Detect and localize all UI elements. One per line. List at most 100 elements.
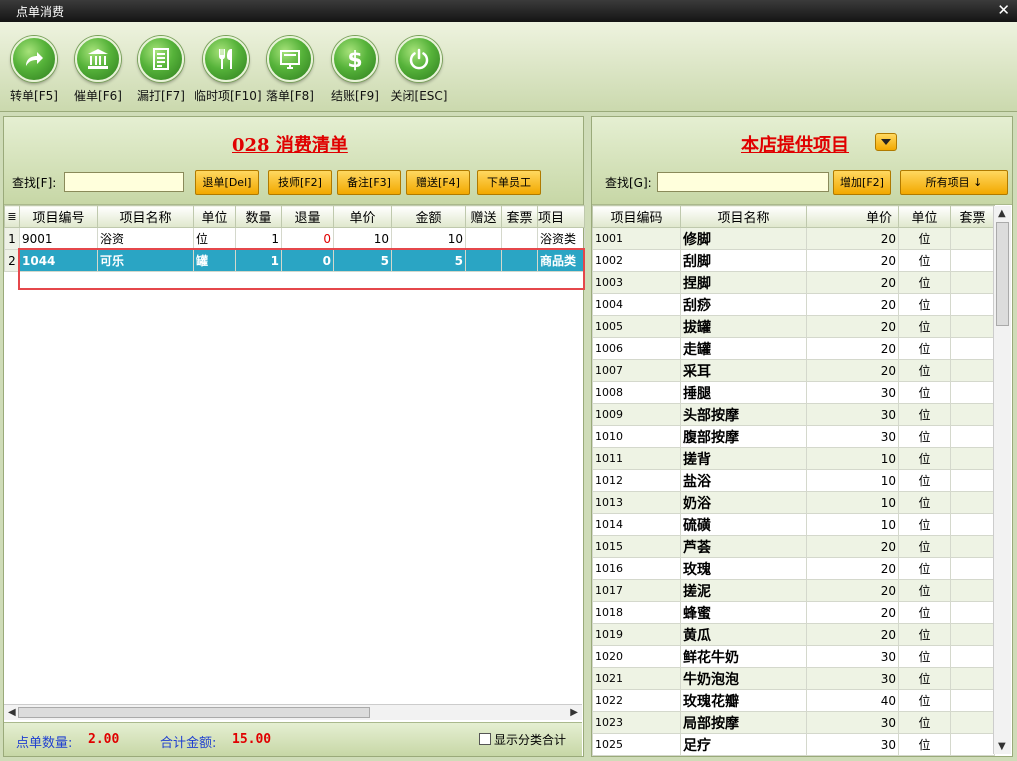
- list-item[interactable]: 1013 奶浴 10 位: [592, 491, 995, 514]
- cell-item-unit: 位: [898, 645, 951, 668]
- list-item[interactable]: 1011 搓背 10 位: [592, 447, 995, 470]
- show-category-total-checkbox[interactable]: [479, 733, 491, 745]
- items-vertical-scrollbar[interactable]: ▲ ▼: [993, 206, 1011, 754]
- list-item[interactable]: 1008 捶腿 30 位: [592, 381, 995, 404]
- refund-button[interactable]: 退单[Del]: [195, 170, 259, 195]
- col-name[interactable]: 项目名称: [97, 205, 194, 228]
- list-item[interactable]: 1012 盐浴 10 位: [592, 469, 995, 492]
- cell-item-code: 1003: [592, 271, 681, 294]
- list-item[interactable]: 1022 玫瑰花瓣 40 位: [592, 689, 995, 712]
- cell-ticket: [501, 249, 538, 272]
- scroll-right-icon[interactable]: ▶: [570, 707, 578, 718]
- items-search-input[interactable]: [657, 172, 829, 192]
- cell-code: 1044: [19, 249, 98, 272]
- scroll-up-icon[interactable]: ▲: [998, 208, 1006, 219]
- col-code[interactable]: 项目编号: [19, 205, 98, 228]
- cell-item-code: 1019: [592, 623, 681, 646]
- list-item[interactable]: 1007 采耳 20 位: [592, 359, 995, 382]
- remark-button[interactable]: 备注[F3]: [337, 170, 401, 195]
- cell-item-price: 10: [806, 447, 899, 470]
- col-item-price[interactable]: 单价: [806, 205, 899, 228]
- list-item[interactable]: 1010 腹部按摩 30 位: [592, 425, 995, 448]
- cell-item-ticket: [950, 447, 995, 470]
- cell-name: 浴资: [97, 227, 194, 250]
- all-items-button[interactable]: 所有项目 ↓: [900, 170, 1008, 195]
- list-item[interactable]: 1015 芦荟 20 位: [592, 535, 995, 558]
- cell-item-ticket: [950, 513, 995, 536]
- order-horizontal-scrollbar[interactable]: ◀ ▶: [4, 704, 582, 720]
- col-item-name[interactable]: 项目名称: [680, 205, 807, 228]
- list-item[interactable]: 1017 搓泥 20 位: [592, 579, 995, 602]
- list-item[interactable]: 1020 鲜花牛奶 30 位: [592, 645, 995, 668]
- reprint-label: 漏打[F7]: [137, 89, 185, 103]
- order-staff-button[interactable]: 下单员工: [477, 170, 541, 195]
- items-title-dropdown[interactable]: [875, 133, 897, 151]
- row-menu-icon[interactable]: ≣: [4, 205, 20, 228]
- col-item-unit[interactable]: 单位: [898, 205, 951, 228]
- table-row-selected[interactable]: 2 1044 可乐 罐 1 0 5 5 商品类: [4, 249, 585, 272]
- col-return[interactable]: 退量: [281, 205, 334, 228]
- cell-item-ticket: [950, 733, 995, 756]
- col-item-ticket[interactable]: 套票: [950, 205, 995, 228]
- cell-item-ticket: [950, 359, 995, 382]
- count-value: 2.00: [88, 732, 120, 747]
- col-gift[interactable]: 赠送: [465, 205, 502, 228]
- cell-item-price: 10: [806, 491, 899, 514]
- reprint-button[interactable]: 漏打[F7]: [129, 36, 193, 104]
- document-icon: [153, 48, 169, 70]
- scroll-down-icon[interactable]: ▼: [998, 741, 1006, 752]
- list-item[interactable]: 1003 捏脚 20 位: [592, 271, 995, 294]
- checkout-button[interactable]: $ 结账[F9]: [323, 36, 387, 104]
- add-item-button[interactable]: 增加[F2]: [833, 170, 891, 195]
- list-item[interactable]: 1001 修脚 20 位: [592, 227, 995, 250]
- close-icon[interactable]: ✕: [997, 1, 1010, 19]
- col-qty[interactable]: 数量: [235, 205, 282, 228]
- show-category-total-label: 显示分类合计: [494, 733, 567, 747]
- list-item[interactable]: 1014 硫磺 10 位: [592, 513, 995, 536]
- scroll-thumb[interactable]: [18, 707, 370, 718]
- transfer-button[interactable]: 转单[F5]: [2, 36, 66, 104]
- cell-item-ticket: [950, 271, 995, 294]
- cell-category: 商品类: [537, 249, 585, 272]
- cell-ticket: [501, 227, 538, 250]
- cell-return: 0: [281, 227, 334, 250]
- scroll-left-icon[interactable]: ◀: [8, 707, 16, 718]
- temp-item-button[interactable]: 临时项[F10]: [194, 36, 262, 104]
- technician-button[interactable]: 技师[F2]: [268, 170, 332, 195]
- list-item[interactable]: 1005 拔罐 20 位: [592, 315, 995, 338]
- list-item[interactable]: 1018 蜂蜜 20 位: [592, 601, 995, 624]
- cell-item-ticket: [950, 249, 995, 272]
- cell-item-unit: 位: [898, 513, 951, 536]
- cell-item-code: 1021: [592, 667, 681, 690]
- list-item[interactable]: 1004 刮痧 20 位: [592, 293, 995, 316]
- items-panel: 本店提供项目 查找[G]: 增加[F2] 所有项目 ↓ 项目编码 项目名称 单价…: [591, 116, 1013, 757]
- table-row[interactable]: 1 9001 浴资 位 1 0 10 10 浴资类: [4, 227, 585, 250]
- cell-item-ticket: [950, 337, 995, 360]
- place-order-label: 落单[F8]: [266, 89, 314, 103]
- cell-item-name: 鲜花牛奶: [680, 645, 807, 668]
- cell-item-ticket: [950, 711, 995, 734]
- list-item[interactable]: 1016 玫瑰 20 位: [592, 557, 995, 580]
- col-ticket[interactable]: 套票: [501, 205, 538, 228]
- gift-button[interactable]: 赠送[F4]: [406, 170, 470, 195]
- cell-code: 9001: [19, 227, 98, 250]
- list-item[interactable]: 1021 牛奶泡泡 30 位: [592, 667, 995, 690]
- list-item[interactable]: 1006 走罐 20 位: [592, 337, 995, 360]
- cell-item-code: 1025: [592, 733, 681, 756]
- cell-item-unit: 位: [898, 227, 951, 250]
- close-button[interactable]: 关闭[ESC]: [387, 36, 451, 104]
- col-amount[interactable]: 金额: [391, 205, 466, 228]
- list-item[interactable]: 1009 头部按摩 30 位: [592, 403, 995, 426]
- col-item-code[interactable]: 项目编码: [592, 205, 681, 228]
- urge-button[interactable]: 催单[F6]: [66, 36, 130, 104]
- col-price[interactable]: 单价: [333, 205, 392, 228]
- list-item[interactable]: 1023 局部按摩 30 位: [592, 711, 995, 734]
- place-order-button[interactable]: 落单[F8]: [258, 36, 322, 104]
- list-item[interactable]: 1002 刮脚 20 位: [592, 249, 995, 272]
- order-search-input[interactable]: [64, 172, 184, 192]
- list-item[interactable]: 1025 足疗 30 位: [592, 733, 995, 756]
- col-unit[interactable]: 单位: [193, 205, 236, 228]
- list-item[interactable]: 1019 黄瓜 20 位: [592, 623, 995, 646]
- col-category[interactable]: 项目: [537, 205, 585, 228]
- scroll-thumb[interactable]: [996, 222, 1009, 326]
